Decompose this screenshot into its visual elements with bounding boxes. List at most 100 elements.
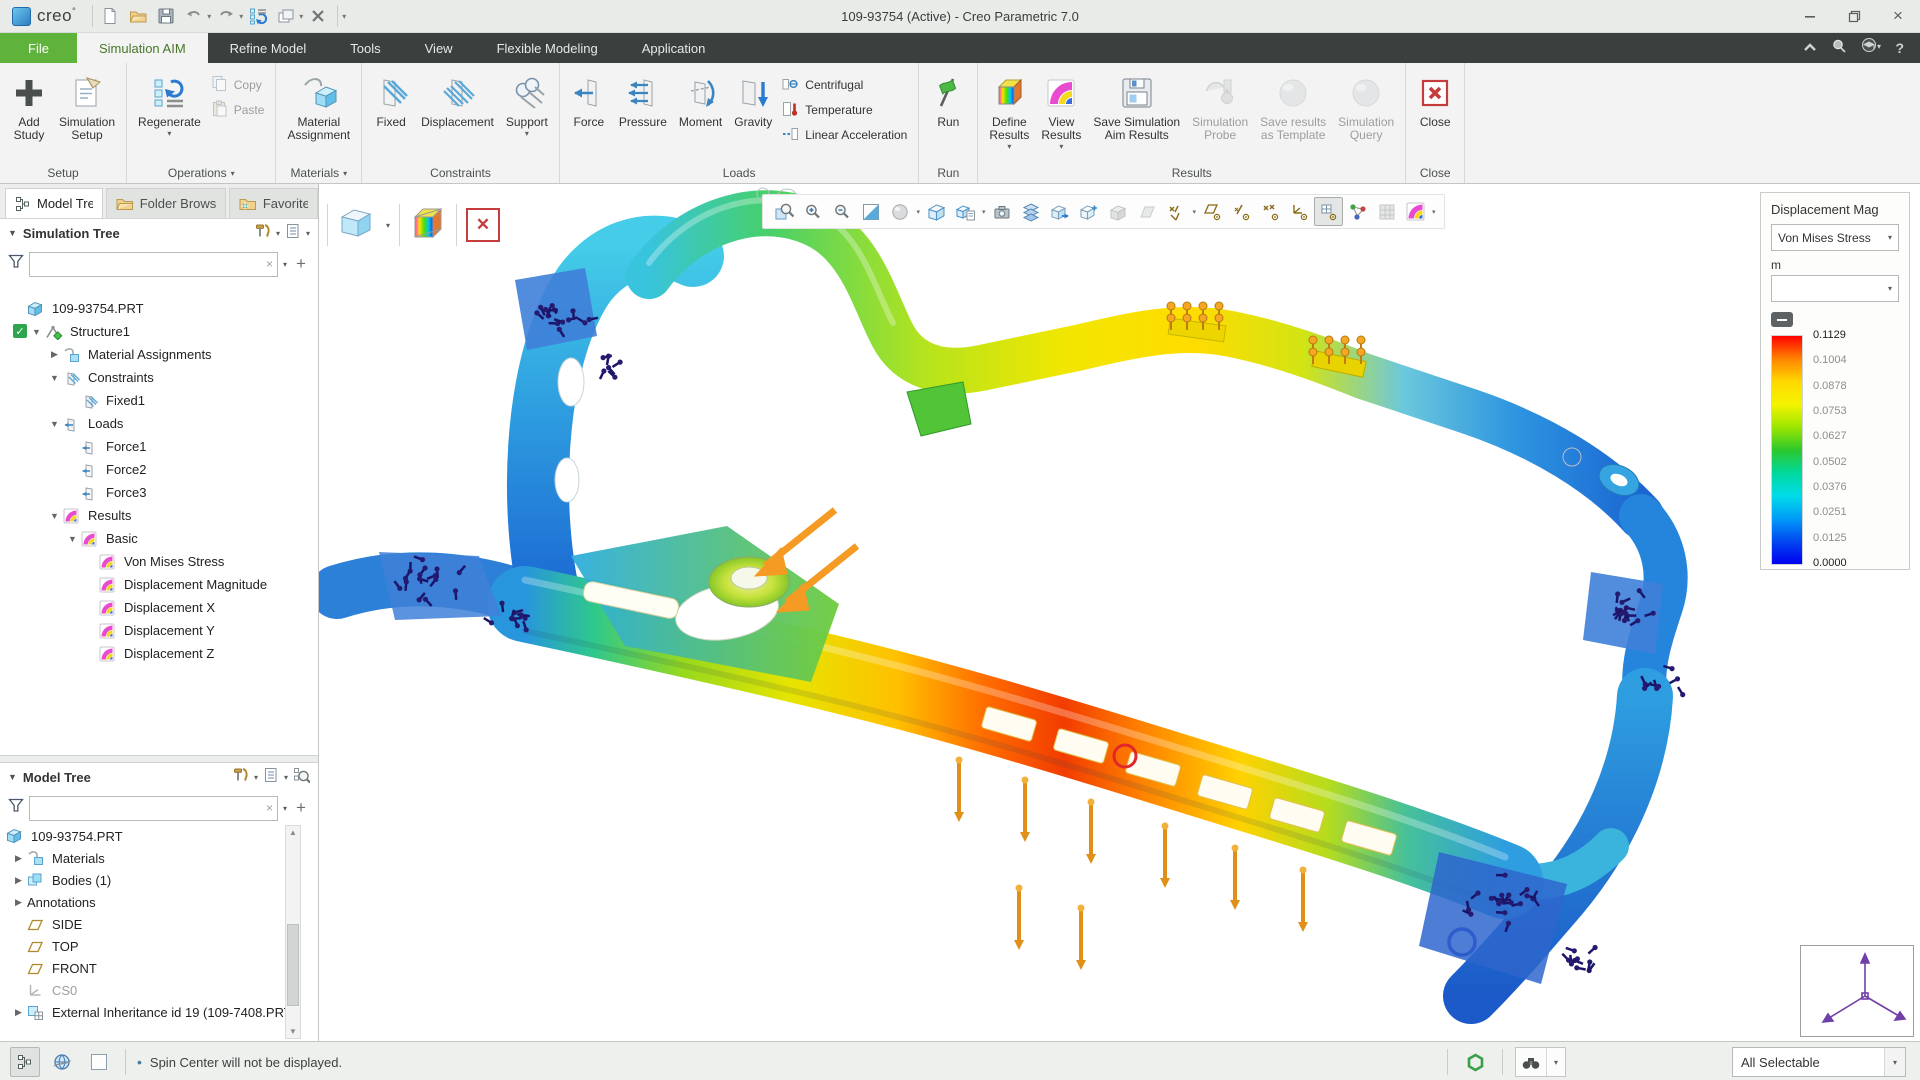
tree-item-structure1[interactable]: ▼Structure1✓ [0,320,318,343]
append-arrow-button[interactable] [1074,197,1103,226]
chevron-down-icon[interactable]: ▾ [1432,208,1436,216]
chevron-down-icon[interactable]: ▾ [1059,142,1063,151]
navigator-tab-folder-browser[interactable]: Folder Browser [106,188,226,218]
save-icon[interactable] [153,3,179,29]
displacement-button[interactable]: Displacement [415,68,500,163]
regenerate-button[interactable]: Regenerate▾ [132,68,207,163]
model-viewport[interactable] [319,184,1920,1041]
browser-icon[interactable] [47,1047,77,1077]
temperature-button[interactable]: Temperature [782,101,907,119]
chevron-down-icon[interactable]: ▾ [167,129,171,138]
tree-graph-button[interactable] [1343,197,1372,226]
define-results-button[interactable]: Define Results▾ [983,68,1035,163]
find-button[interactable]: ▾ [1515,1047,1566,1077]
tree-item-materials[interactable]: ▶Materials [0,847,302,869]
zoom-in-button[interactable] [798,197,827,226]
simulation-display-button[interactable] [1401,197,1430,226]
ghost-cube-button[interactable] [1103,197,1132,226]
force-button[interactable]: Force [565,68,613,163]
view-results-button[interactable]: View Results▾ [1035,68,1087,163]
linear-acceleration-button[interactable]: Linear Acceleration [782,126,907,144]
gravity-button[interactable]: Gravity [728,68,778,163]
window-switch-icon[interactable] [273,3,299,29]
collapse-ribbon-icon[interactable] [1803,39,1817,57]
new-file-icon[interactable] [97,3,123,29]
ghost-plane-button[interactable] [1132,197,1161,226]
quantity-dropdown[interactable]: Von Mises Stress▾ [1771,224,1899,251]
collapse-arrow-icon[interactable]: ▼ [8,228,17,238]
tree-right-arrow-icon[interactable]: ▶ [10,875,27,886]
tree-item-front[interactable]: FRONT [0,957,302,979]
regenerate-icon[interactable] [245,3,271,29]
tree-item-109-93754-prt[interactable]: 109-93754.PRT [0,825,302,847]
scrollbar-thumb[interactable] [287,924,299,1007]
collapse-legend-button[interactable] [1771,312,1793,327]
chevron-down-icon[interactable]: ▾ [231,169,235,178]
centrifugal-button[interactable]: Centrifugal [782,76,907,94]
layers-button[interactable] [1016,197,1045,226]
tab-tools[interactable]: Tools [328,33,402,63]
tree-item-basic[interactable]: ▼ Basic [0,527,318,550]
tree-down-arrow-icon[interactable]: ▼ [46,373,63,383]
tree-item-top[interactable]: TOP [0,935,302,957]
tree-right-arrow-icon[interactable]: ▶ [46,349,63,360]
close-button[interactable]: Close [1411,68,1459,163]
tree-item-side[interactable]: SIDE [0,913,302,935]
tree-right-arrow-icon[interactable]: ▶ [10,1007,27,1018]
pressure-button[interactable]: Pressure [613,68,673,163]
navigator-tab-favorites[interactable]: Favorites [229,188,318,218]
tab-file[interactable]: File [0,33,77,63]
view-capture-button[interactable] [987,197,1016,226]
learning-icon[interactable]: ▾ [1861,38,1881,58]
tree-down-arrow-icon[interactable]: ▼ [46,511,63,521]
axis-display-button[interactable] [1227,197,1256,226]
tab-view[interactable]: View [403,33,475,63]
search-icon[interactable] [1831,38,1847,59]
chevron-down-icon[interactable]: ▾ [386,221,390,230]
moment-button[interactable]: Moment [673,68,728,163]
collapse-arrow-icon[interactable]: ▼ [8,772,17,782]
chevron-down-icon[interactable]: ▾ [207,12,211,21]
shading-button[interactable] [885,197,914,226]
tree-item-results[interactable]: ▼ Results [0,504,318,527]
chevron-down-icon[interactable]: ▾ [299,12,303,21]
tab-application[interactable]: Application [620,33,728,63]
tree-tools-icon[interactable] [255,223,271,244]
chevron-down-icon[interactable]: ▾ [1884,1048,1905,1076]
annotation-display-button[interactable] [1161,197,1190,226]
add-filter-icon[interactable]: + [292,798,310,818]
chevron-down-icon[interactable]: ▾ [1192,208,1196,216]
tree-item-fixed1[interactable]: Fixed1 [0,389,318,412]
saved-views-button[interactable] [951,197,980,226]
accessibility-icon[interactable] [1460,1047,1490,1077]
tree-search-icon[interactable] [293,767,310,788]
tree-item-109-93754-prt[interactable]: 109-93754.PRT [0,297,318,320]
csys-display-button[interactable] [1285,197,1314,226]
blank-page-icon[interactable] [84,1047,114,1077]
add-study-button[interactable]: Add Study [5,68,53,163]
material-assignment-button[interactable]: Material Assignment [281,68,356,163]
tree-settings-icon[interactable] [285,223,301,244]
navigator-tab-model-tree[interactable]: Model Tree [5,188,103,218]
close-icon[interactable]: × [1876,0,1920,32]
tree-item-displacement-magnitude[interactable]: Displacement Magnitude [0,573,318,596]
tree-item-cs0[interactable]: CS0 [0,979,302,1001]
tree-item-external-inheritance-id-19-109-7408-prt[interactable]: ▶External Inheritance id 19 (109-7408.PR… [0,1001,302,1023]
zoom-out-button[interactable] [827,197,856,226]
restore-icon[interactable] [1832,0,1876,32]
panel-splitter[interactable] [0,755,318,763]
view-box-icon[interactable] [337,206,377,245]
tree-item-force3[interactable]: Force3 [0,481,318,504]
tree-item-bodies-1[interactable]: ▶Bodies (1) [0,869,302,891]
chevron-down-icon[interactable]: ▾ [525,129,529,138]
display-style-button[interactable] [922,197,951,226]
model-tree-toggle-icon[interactable] [10,1047,40,1077]
close-window-icon[interactable] [305,3,331,29]
texture-button[interactable] [1372,197,1401,226]
chevron-down-icon[interactable]: ▾ [239,12,243,21]
section-button[interactable] [1045,197,1074,226]
tree-item-von-mises-stress[interactable]: Von Mises Stress [0,550,318,573]
tree-item-displacement-x[interactable]: Displacement X [0,596,318,619]
tree-settings-icon[interactable] [263,767,279,788]
scale-dropdown[interactable]: ▾ [1771,275,1899,302]
